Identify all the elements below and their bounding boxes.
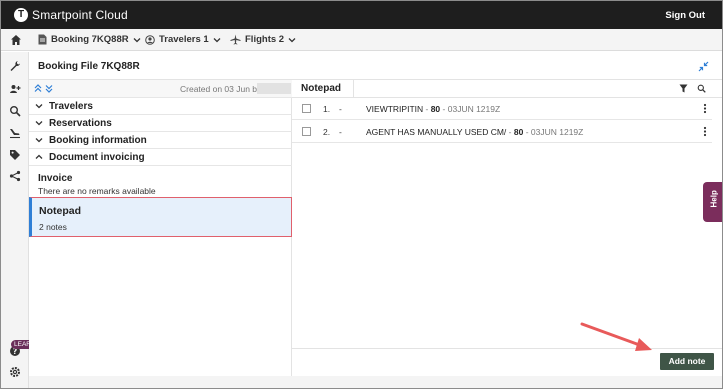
booking-file-header: Booking File 7KQ88R <box>29 52 722 80</box>
booking-label: Booking 7KQ88R <box>51 34 129 45</box>
section-reservations[interactable]: Reservations <box>29 115 292 132</box>
note-checkbox[interactable] <box>302 127 311 136</box>
chevron-down-icon <box>133 37 141 42</box>
chevron-up-icon <box>35 154 43 159</box>
flight-arrival-icon[interactable] <box>9 127 21 139</box>
travelers-dropdown[interactable]: Travelers 1 <box>145 34 221 45</box>
note-separator: - <box>523 127 531 137</box>
tag-icon[interactable] <box>9 149 21 161</box>
flights-label: Flights 2 <box>245 34 285 45</box>
invoice-title[interactable]: Invoice <box>38 173 72 184</box>
note-body: AGENT HAS MANUALLY USED CM/ <box>366 127 507 137</box>
chevron-down-icon <box>35 121 43 126</box>
booking-nav-bar: Booking 7KQ88R Travelers 1 Flights 2 <box>1 29 722 51</box>
note-date: 03JUN 1219Z <box>530 127 584 137</box>
notepad-panel: Notepad 1. - VIEWTRIPITIN - 80 - 03JUN 1… <box>292 80 722 376</box>
more-options-icon[interactable] <box>703 126 707 137</box>
note-text: AGENT HAS MANUALLY USED CM/ - 80 - 03JUN… <box>366 127 583 137</box>
notepad-card-count: 2 notes <box>39 222 67 232</box>
note-row: 1. - VIEWTRIPITIN - 80 - 03JUN 1219Z <box>292 98 712 120</box>
invoice-subtitle: There are no remarks available <box>38 186 156 196</box>
document-icon <box>38 34 47 45</box>
section-label: Document invoicing <box>49 151 145 163</box>
app-window: T Smartpoint Cloud Sign Out Booking 7KQ8… <box>0 0 723 389</box>
filter-icon[interactable] <box>679 84 688 93</box>
notepad-panel-header: Notepad <box>292 80 722 98</box>
notepad-footer <box>292 348 722 376</box>
section-label: Reservations <box>49 117 112 129</box>
left-tool-sidebar: ? <box>1 52 29 388</box>
note-number: 2. <box>323 127 331 137</box>
flights-dropdown[interactable]: Flights 2 <box>230 34 296 45</box>
help-label: Help <box>709 190 719 208</box>
notepad-panel-title: Notepad <box>301 83 341 94</box>
notes-scrollbar[interactable] <box>712 98 722 348</box>
help-tab[interactable]: Help <box>703 182 722 222</box>
section-document-invoicing[interactable]: Document invoicing <box>29 149 292 166</box>
travelers-label: Travelers 1 <box>159 34 209 45</box>
note-text: VIEWTRIPITIN - 80 - 03JUN 1219Z <box>366 104 500 114</box>
booking-file-title: Booking File 7KQ88R <box>38 61 140 72</box>
share-icon[interactable] <box>9 170 21 182</box>
user-circle-icon <box>145 34 155 45</box>
note-checkbox[interactable] <box>302 104 311 113</box>
chevron-down-icon <box>35 104 43 109</box>
note-number: 1. <box>323 104 331 114</box>
add-note-button[interactable]: Add note <box>660 353 714 370</box>
note-row: 2. - AGENT HAS MANUALLY USED CM/ - 80 - … <box>292 121 712 143</box>
add-person-icon[interactable] <box>9 83 21 95</box>
redacted-agent-name <box>257 83 291 94</box>
note-dash: - <box>339 127 342 137</box>
expand-collapse-all-icon[interactable] <box>34 83 56 94</box>
note-date: 03JUN 1219Z <box>447 104 501 114</box>
search-icon[interactable] <box>9 105 21 117</box>
search-icon[interactable] <box>697 84 706 93</box>
section-label: Travelers <box>49 100 93 112</box>
note-dash: - <box>339 104 342 114</box>
chevron-down-icon <box>213 37 221 42</box>
chevron-down-icon <box>288 37 296 42</box>
sign-out-link[interactable]: Sign Out <box>665 10 705 21</box>
booking-sections-panel: Created on 03 Jun by Travelers Reservati… <box>29 80 292 376</box>
notepad-card[interactable]: Notepad 2 notes <box>29 197 292 237</box>
sections-header: Created on 03 Jun by <box>29 80 292 98</box>
note-separator: - <box>506 127 514 137</box>
collapse-icon[interactable] <box>698 61 709 72</box>
notepad-card-title: Notepad <box>39 205 81 217</box>
note-code: 80 <box>430 104 441 114</box>
note-separator: - <box>440 104 448 114</box>
settings-gear-icon[interactable] <box>9 366 21 378</box>
page-footer <box>29 376 722 388</box>
note-separator: - <box>423 104 431 114</box>
app-title: Smartpoint Cloud <box>32 8 128 22</box>
header-divider <box>353 80 354 98</box>
home-icon[interactable] <box>10 34 22 46</box>
note-code: 80 <box>513 127 524 137</box>
created-on-text: Created on 03 Jun by <box>180 84 262 94</box>
note-body: VIEWTRIPITIN <box>366 104 424 114</box>
top-bar: T Smartpoint Cloud Sign Out <box>1 1 722 29</box>
section-booking-information[interactable]: Booking information <box>29 132 292 149</box>
airplane-icon <box>230 34 241 45</box>
wrench-icon[interactable] <box>9 60 21 72</box>
chevron-down-icon <box>35 138 43 143</box>
section-travelers[interactable]: Travelers <box>29 98 292 115</box>
more-options-icon[interactable] <box>703 103 707 114</box>
section-label: Booking information <box>49 134 147 146</box>
smartpoint-logo-icon: T <box>14 8 28 22</box>
booking-dropdown[interactable]: Booking 7KQ88R <box>38 34 141 45</box>
